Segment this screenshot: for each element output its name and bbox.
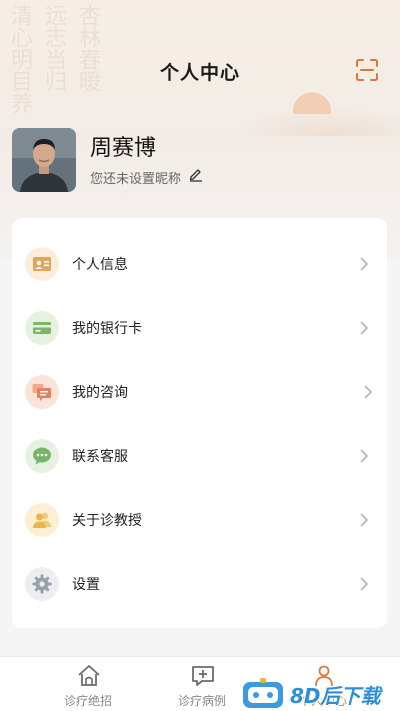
sun-decoration <box>293 92 331 114</box>
menu-item-bank-card[interactable]: 我的银行卡 <box>12 300 387 356</box>
chat-icon <box>25 439 59 473</box>
case-icon <box>192 666 214 686</box>
menu-card: 个人信息 我的银行卡 我的咨询 联系客服 关于诊教授 设置 <box>12 218 387 628</box>
consult-icon <box>25 375 59 409</box>
menu-item-personal-info[interactable]: 个人信息 <box>12 236 387 292</box>
gear-icon <box>25 567 59 601</box>
scan-button[interactable] <box>355 58 379 82</box>
chevron-right-icon <box>360 449 369 463</box>
chevron-right-icon <box>360 513 369 527</box>
chevron-right-icon <box>364 385 373 399</box>
menu-item-label: 我的银行卡 <box>72 321 142 337</box>
menu-item-label: 关于诊教授 <box>72 513 142 529</box>
chevron-right-icon <box>360 321 369 335</box>
pencil-icon <box>189 169 202 182</box>
chevron-right-icon <box>360 577 369 591</box>
menu-item-label: 个人信息 <box>72 257 128 273</box>
tab-label: 诊疗绝招 <box>63 694 112 708</box>
menu-item-label: 我的咨询 <box>72 385 128 401</box>
avatar[interactable] <box>12 128 76 192</box>
robot-logo-icon <box>243 678 283 708</box>
page-title: 个人中心 <box>159 62 240 84</box>
chevron-right-icon <box>360 257 369 271</box>
edit-nickname-button[interactable] <box>188 166 204 182</box>
menu-item-settings[interactable]: 设置 <box>12 556 387 612</box>
menu-item-about[interactable]: 关于诊教授 <box>12 492 387 548</box>
id-card-icon <box>25 247 59 281</box>
home-icon <box>78 665 100 686</box>
nickname-prompt: 您还未设置昵称 <box>90 172 182 187</box>
scan-icon <box>356 59 378 81</box>
watermark-text: 8D后下载 <box>290 684 381 708</box>
menu-item-label: 联系客服 <box>72 449 128 465</box>
bank-card-icon <box>25 311 59 345</box>
menu-item-customer-service[interactable]: 联系客服 <box>12 428 387 484</box>
people-icon <box>25 503 59 537</box>
watermark: 8D后下载 <box>240 676 400 711</box>
tab-diagnosis-tips[interactable]: 诊疗绝招 <box>33 657 143 711</box>
menu-item-label: 设置 <box>72 577 100 593</box>
username: 周赛博 <box>90 136 157 161</box>
menu-item-consultations[interactable]: 我的咨询 <box>12 364 387 420</box>
